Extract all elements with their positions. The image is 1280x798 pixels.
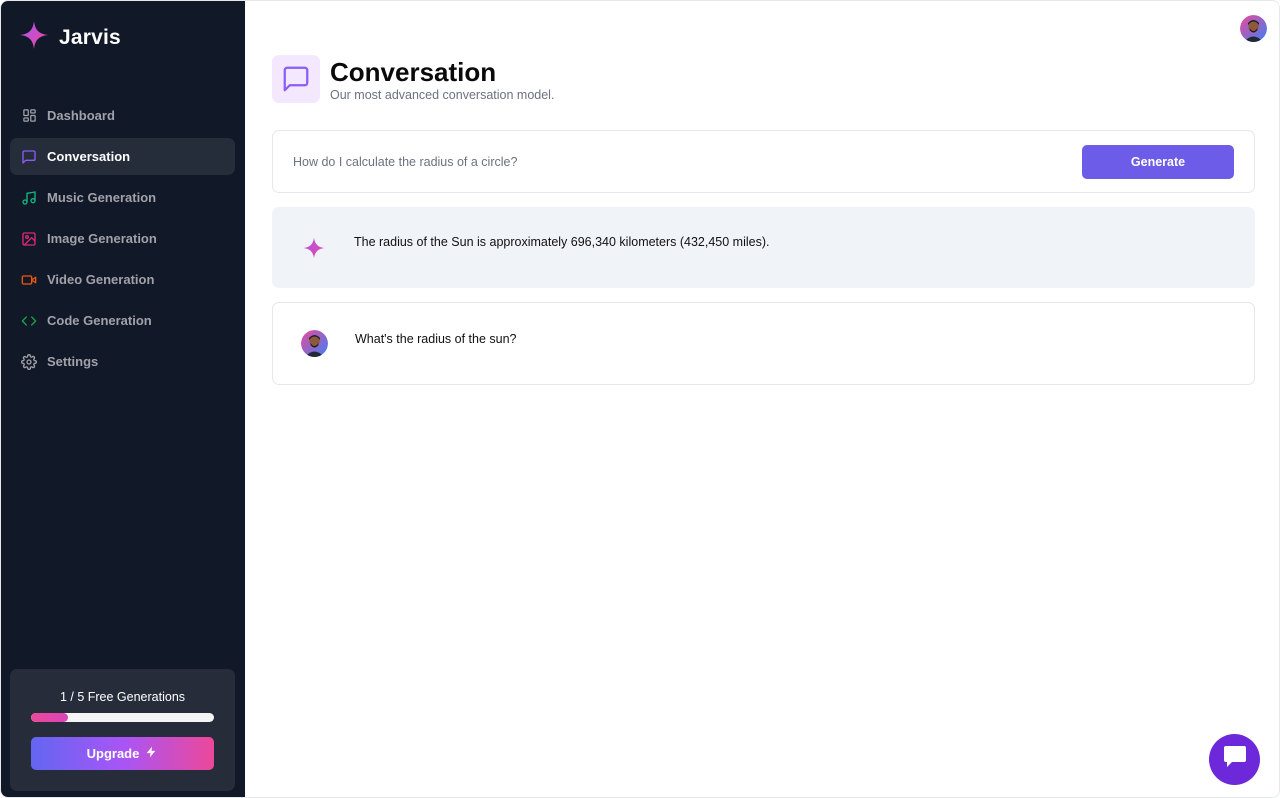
usage-progress-fill: [31, 713, 68, 722]
user-message: What's the radius of the sun?: [272, 302, 1255, 385]
image-icon: [21, 231, 37, 247]
sidebar-item-image-generation[interactable]: Image Generation: [10, 220, 235, 257]
lightning-icon: [145, 745, 158, 762]
sidebar-nav: Dashboard Conversation Music Generation …: [10, 97, 235, 384]
generate-button[interactable]: Generate: [1082, 145, 1234, 179]
page-heading: Conversation Our most advanced conversat…: [272, 55, 554, 103]
upgrade-label: Upgrade: [86, 746, 140, 761]
page-subtitle: Our most advanced conversation model.: [330, 87, 555, 102]
sidebar-item-conversation[interactable]: Conversation: [10, 138, 235, 175]
music-icon: [21, 190, 37, 206]
sidebar-item-label: Video Generation: [47, 272, 155, 287]
usage-progress-bar: [31, 713, 214, 722]
page-title: Conversation: [330, 56, 497, 87]
main-content: Conversation Our most advanced conversat…: [245, 1, 1279, 797]
sidebar-item-label: Code Generation: [47, 313, 152, 328]
gear-icon: [21, 353, 37, 370]
sidebar-item-music-generation[interactable]: Music Generation: [10, 179, 235, 216]
user-avatar: [301, 330, 328, 357]
sidebar-item-label: Image Generation: [47, 231, 157, 246]
sidebar-item-settings[interactable]: Settings: [10, 343, 235, 380]
upgrade-button[interactable]: Upgrade: [31, 737, 214, 770]
dashboard-icon: [21, 108, 37, 124]
chat-support-button[interactable]: [1209, 734, 1260, 785]
message-square-icon: [272, 55, 320, 103]
chat-bubble-icon: [1222, 745, 1248, 774]
prompt-form: Generate: [272, 130, 1255, 193]
sidebar: Jarvis Dashboard Conversation Music Gene…: [1, 1, 245, 797]
sidebar-item-label: Dashboard: [47, 108, 115, 123]
brand-logo[interactable]: Jarvis: [19, 20, 121, 55]
code-icon: [21, 313, 37, 329]
video-icon: [21, 272, 37, 288]
sparkle-bot-icon: [300, 234, 327, 261]
sidebar-item-label: Settings: [47, 354, 99, 369]
sidebar-item-video-generation[interactable]: Video Generation: [10, 261, 235, 298]
sparkle-logo-icon: [19, 20, 49, 55]
free-generations-counter: 1 / 5 Free Generations: [59, 690, 186, 704]
prompt-input[interactable]: [293, 152, 1053, 172]
sidebar-item-dashboard[interactable]: Dashboard: [10, 97, 235, 134]
sidebar-item-code-generation[interactable]: Code Generation: [10, 302, 235, 339]
bot-message: The radius of the Sun is approximately 6…: [272, 207, 1255, 288]
sidebar-item-label: Music Generation: [47, 190, 157, 205]
app-title: Jarvis: [59, 25, 121, 49]
sidebar-item-label: Conversation: [47, 149, 131, 164]
message-square-icon: [21, 149, 37, 165]
message-text: What's the radius of the sun?: [355, 332, 517, 346]
user-avatar[interactable]: [1240, 15, 1267, 42]
message-text: The radius of the Sun is approximately 6…: [354, 235, 770, 249]
app-window: Jarvis Dashboard Conversation Music Gene…: [0, 0, 1280, 798]
usage-card: 1 / 5 Free Generations Upgrade: [10, 669, 235, 791]
